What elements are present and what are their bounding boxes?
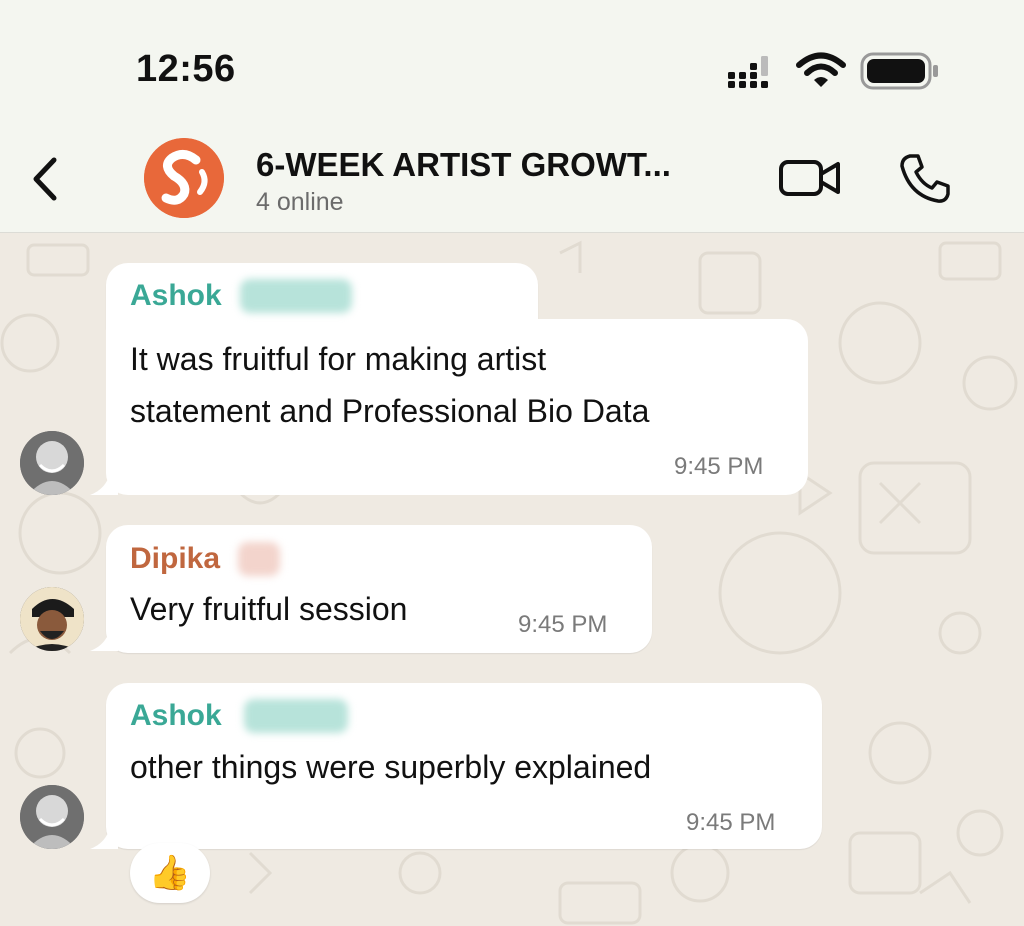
message-time: 9:45 PM	[686, 809, 776, 836]
avatar[interactable]	[20, 431, 84, 495]
avatar[interactable]	[20, 587, 84, 651]
person-photo-icon	[20, 431, 84, 495]
video-camera-icon[interactable]	[778, 156, 842, 200]
bubble-tail	[90, 629, 118, 651]
bubble-tail	[90, 473, 118, 495]
bubble-tail	[90, 827, 118, 849]
redacted-name	[240, 279, 352, 313]
status-time: 12:56	[136, 48, 236, 90]
chevron-left-icon[interactable]	[26, 154, 66, 204]
sender-name[interactable]: Ashok	[130, 699, 222, 733]
chat-area[interactable]: Ashok It was fruitful for making artist …	[0, 233, 1024, 926]
person-photo-icon	[20, 785, 84, 849]
redacted-name	[238, 542, 280, 576]
group-avatar[interactable]	[144, 138, 224, 218]
redacted-name	[244, 699, 348, 733]
wifi-icon	[796, 52, 846, 87]
person-photo-icon	[20, 587, 84, 651]
message-text: It was fruitful for making artist	[130, 341, 547, 377]
message-text: statement and Professional Bio Data	[130, 393, 650, 429]
cellular-signal-icon	[728, 56, 768, 88]
reaction-thumbs-up[interactable]: 👍	[130, 843, 210, 903]
message-text: Very fruitful session	[130, 591, 408, 627]
online-status: 4 online	[256, 188, 344, 216]
battery-icon	[860, 52, 938, 90]
top-bar: 12:56 6-WEEK ARTIST GROWT... 4 online	[0, 0, 1024, 233]
message-time: 9:45 PM	[518, 611, 608, 638]
message-text: other things were superbly explained	[130, 749, 652, 785]
group-logo-icon	[144, 138, 224, 218]
message-time: 9:45 PM	[674, 453, 764, 480]
chat-title[interactable]: 6-WEEK ARTIST GROWT...	[256, 146, 671, 184]
sender-name[interactable]: Dipika	[130, 542, 220, 576]
phone-icon[interactable]	[896, 150, 952, 206]
sender-name[interactable]: Ashok	[130, 279, 222, 313]
avatar[interactable]	[20, 785, 84, 849]
